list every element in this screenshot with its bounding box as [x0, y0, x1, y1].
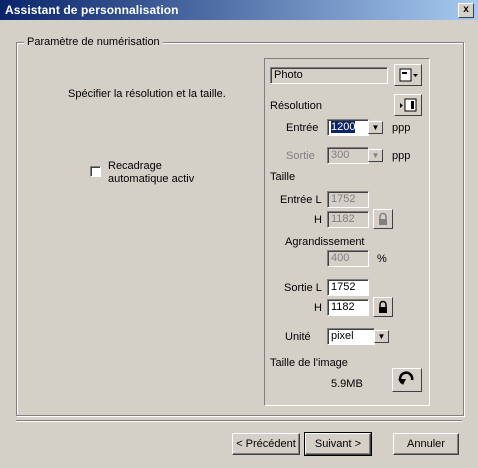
auto-crop-checkbox[interactable] — [90, 166, 101, 177]
close-button[interactable]: x — [458, 3, 474, 18]
close-icon: x — [463, 4, 469, 15]
instruction-text: Spécifier la résolution et la taille. — [68, 88, 226, 100]
enlargement-field[interactable]: 400 — [327, 250, 369, 267]
taille-label: Taille — [270, 171, 296, 183]
sortie-unit: ppp — [392, 150, 411, 162]
chevron-down-icon: ▼ — [371, 123, 380, 132]
button-separator — [16, 420, 462, 422]
back-button[interactable]: < Précédent — [232, 433, 300, 455]
group-legend: Paramètre de numérisation — [24, 36, 163, 48]
output-height-label: H — [314, 302, 322, 314]
unit-select[interactable]: pixel — [327, 328, 375, 345]
output-height-field[interactable]: 1182 — [327, 299, 369, 316]
reset-button[interactable] — [392, 368, 422, 392]
output-width-value: 1752 — [331, 281, 356, 293]
cancel-button[interactable]: Annuler — [393, 433, 459, 455]
input-width-label: Entrée L — [280, 194, 322, 206]
resolution-menu-button[interactable] — [394, 94, 422, 116]
auto-crop-label-2: automatique activ — [108, 173, 195, 185]
enlargement-value: 400 — [331, 252, 350, 264]
input-width-field[interactable]: 1752 — [327, 191, 369, 208]
image-size-label: Taille de l'image — [270, 357, 348, 369]
undo-icon — [398, 371, 414, 385]
input-height-field[interactable]: 1182 — [327, 211, 369, 228]
sortie-dropdown-button[interactable]: ▼ — [368, 149, 383, 162]
title-bar: Assistant de personnalisation x — [0, 0, 478, 20]
chevron-down-icon: ▼ — [371, 151, 380, 160]
lock-icon — [379, 300, 387, 313]
unit-dropdown-button[interactable]: ▼ — [374, 330, 389, 343]
output-height-value: 1182 — [331, 301, 355, 313]
cancel-button-label: Annuler — [407, 438, 445, 450]
window-title: Assistant de personnalisation — [5, 3, 179, 17]
next-button-label: Suivant > — [314, 438, 362, 450]
preset-value: Photo — [274, 69, 303, 81]
next-button[interactable]: Suivant > — [304, 432, 372, 456]
entree-unit: ppp — [392, 122, 411, 134]
entree-dropdown-button[interactable]: ▼ — [368, 121, 383, 134]
resolution-label: Résolution — [270, 100, 322, 112]
entree-resolution-value: 1200 — [331, 121, 356, 133]
sortie-resolution-select[interactable]: 300 — [327, 147, 369, 164]
unit-value: pixel — [331, 330, 354, 342]
sortie-label: Sortie — [286, 150, 315, 162]
entree-resolution-select[interactable]: 1200 — [327, 119, 369, 136]
input-height-label: H — [314, 214, 322, 226]
lock-icon — [379, 212, 387, 225]
enlargement-label: Agrandissement — [285, 236, 365, 248]
entree-label: Entrée — [286, 122, 319, 134]
preset-menu-icon — [399, 68, 418, 82]
image-size-value: 5.9MB — [331, 378, 363, 390]
output-width-field[interactable]: 1752 — [327, 279, 369, 296]
chevron-down-icon: ▼ — [377, 332, 386, 341]
enlargement-unit: % — [377, 253, 387, 265]
input-width-value: 1752 — [331, 193, 356, 205]
preset-field[interactable]: Photo — [270, 67, 388, 84]
input-height-value: 1182 — [331, 213, 355, 225]
output-width-label: Sortie L — [284, 282, 322, 294]
auto-crop-label-1: Recadrage — [108, 160, 162, 172]
output-lock-button[interactable] — [373, 297, 393, 317]
unit-label: Unité — [285, 331, 311, 343]
resolution-menu-icon — [400, 98, 417, 112]
back-button-label: < Précédent — [236, 438, 296, 450]
preset-menu-button[interactable] — [394, 64, 422, 86]
sortie-resolution-value: 300 — [331, 149, 350, 161]
input-lock-button[interactable] — [373, 209, 393, 229]
